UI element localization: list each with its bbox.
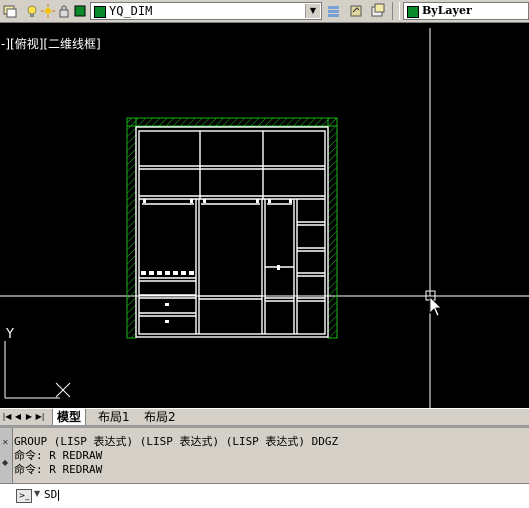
- wall-hatch: [126, 117, 338, 339]
- chevron-down-icon[interactable]: ▼: [34, 489, 40, 498]
- drawing-canvas: [0, 28, 529, 408]
- current-layer-name: YQ_DIM: [109, 4, 153, 18]
- chat-bubble-icon: [434, 488, 452, 502]
- color-dropdown[interactable]: ByLayer: [403, 2, 529, 20]
- layer-manager-icon[interactable]: [2, 3, 18, 19]
- wardrobe-details: [141, 199, 292, 323]
- history-line: 命令: R REDRAW: [14, 449, 103, 462]
- prev-tab-icon[interactable]: ◀: [13, 411, 23, 423]
- make-current-icon[interactable]: [326, 3, 342, 19]
- settings-icon[interactable]: ◆: [2, 458, 8, 467]
- layer-toolbar: YQ_DIM ▼ ByLayer: [0, 0, 529, 23]
- chevron-down-icon[interactable]: ▼: [305, 4, 320, 18]
- wardrobe-elevation: [135, 126, 329, 338]
- drawing-viewport[interactable]: -][俯视][二维线框] Y: [0, 23, 529, 408]
- command-panel-handle[interactable]: ✕ ◆: [0, 428, 13, 483]
- toolbar-separator: [392, 2, 400, 20]
- sun-icon[interactable]: [40, 3, 56, 19]
- command-prompt-icon[interactable]: >_: [16, 489, 32, 503]
- lock-icon[interactable]: [56, 3, 72, 19]
- tab-layout1[interactable]: 布局1: [94, 409, 134, 425]
- last-tab-icon[interactable]: ▶|: [35, 411, 45, 423]
- layer-swatch: [94, 6, 106, 18]
- tab-model[interactable]: 模型: [52, 409, 87, 426]
- command-history-panel: ✕ ◆ GROUP (LISP 表达式) (LISP 表达式) (LISP 表达…: [0, 425, 529, 483]
- ucs-y-label: Y: [6, 327, 14, 342]
- next-tab-icon[interactable]: ▶: [24, 411, 34, 423]
- watermark: @悟空问答: [434, 484, 525, 504]
- layer-color-icon[interactable]: [72, 3, 88, 19]
- command-input[interactable]: SD: [44, 488, 60, 501]
- history-line: 命令: R REDRAW: [14, 463, 103, 476]
- history-line: GROUP (LISP 表达式) (LISP 表达式) (LISP 表达式) D…: [14, 435, 339, 448]
- current-color-name: ByLayer: [422, 4, 472, 17]
- layout-tabs-bar: |◀ ◀ ▶ ▶| 模型 布局1 布局2: [0, 408, 529, 426]
- close-icon[interactable]: ✕: [2, 438, 9, 447]
- color-swatch: [407, 6, 419, 18]
- lightbulb-icon[interactable]: [24, 3, 40, 19]
- ucs-icon: [4, 341, 71, 399]
- first-tab-icon[interactable]: |◀: [2, 411, 12, 423]
- command-history-text: GROUP (LISP 表达式) (LISP 表达式) (LISP 表达式) D…: [14, 435, 338, 477]
- layer-previous-icon[interactable]: [348, 3, 364, 19]
- tab-layout2[interactable]: 布局2: [140, 409, 180, 425]
- layer-states-icon[interactable]: [370, 3, 386, 19]
- layer-dropdown[interactable]: YQ_DIM ▼: [90, 2, 322, 20]
